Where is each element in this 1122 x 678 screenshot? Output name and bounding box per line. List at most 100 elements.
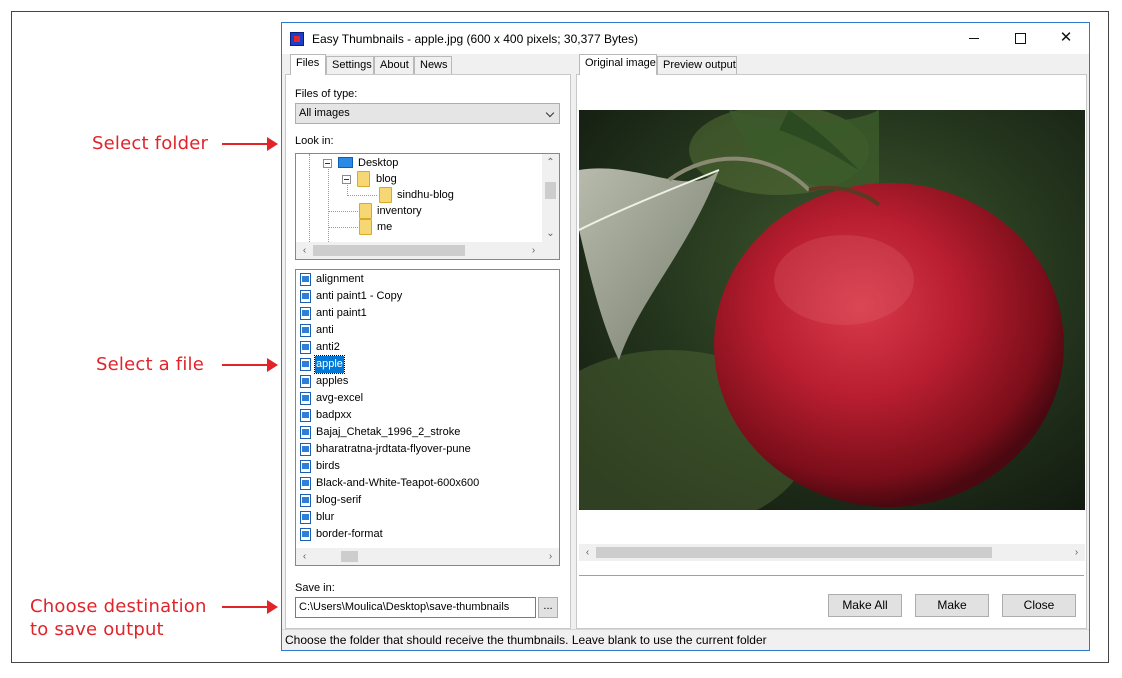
app-window: Easy Thumbnails - apple.jpg (600 x 400 p…	[281, 22, 1090, 651]
folder-icon	[357, 171, 370, 187]
tab-news[interactable]: News	[414, 56, 452, 74]
scroll-thumb[interactable]	[545, 182, 556, 199]
image-file-icon	[300, 358, 311, 371]
annotation-destination-line2: to save output	[30, 619, 164, 640]
file-name: apple	[314, 355, 345, 374]
collapse-icon[interactable]	[323, 159, 332, 168]
chevron-down-icon	[545, 108, 555, 118]
tree-label: Desktop	[358, 157, 399, 169]
scroll-thumb[interactable]	[313, 245, 465, 256]
image-file-icon	[300, 307, 311, 320]
annotation-select-folder: Select folder	[92, 133, 209, 154]
save-in-label: Save in:	[295, 582, 335, 594]
image-file-icon	[300, 375, 311, 388]
file-list-horizontal-scrollbar[interactable]: ‹ ›	[296, 548, 559, 565]
file-name: bharatratna-jrdtata-flyover-pune	[316, 443, 471, 455]
files-panel: Files of type: All images Look in: Deskt…	[285, 74, 571, 629]
make-all-button[interactable]: Make All	[828, 594, 902, 617]
tree-label: me	[377, 221, 393, 233]
title-bar: Easy Thumbnails - apple.jpg (600 x 400 p…	[282, 23, 1089, 54]
scroll-left-icon[interactable]: ‹	[579, 544, 596, 561]
file-name: badpxx	[316, 409, 352, 421]
divider	[579, 575, 1084, 576]
image-panel: ‹ › Make All Make Close	[576, 74, 1087, 629]
file-name: anti paint1	[316, 307, 367, 319]
scroll-up-icon[interactable]: ⌃	[542, 154, 559, 171]
folder-icon	[359, 203, 372, 219]
image-file-icon	[300, 426, 311, 439]
image-file-icon	[300, 290, 311, 303]
image-file-icon	[300, 409, 311, 422]
image-file-icon	[300, 443, 311, 456]
image-horizontal-scrollbar[interactable]: ‹ ›	[579, 544, 1085, 561]
file-name: border-format	[316, 528, 383, 540]
maximize-button[interactable]	[997, 23, 1043, 53]
annotation-select-file: Select a file	[96, 354, 205, 375]
tab-original-image[interactable]: Original image	[579, 54, 657, 75]
files-of-type-value: All images	[299, 107, 350, 119]
close-window-button[interactable]: ✕	[1043, 23, 1089, 53]
make-button[interactable]: Make	[915, 594, 989, 617]
scroll-thumb[interactable]	[596, 547, 992, 558]
arrow-select-folder	[222, 137, 278, 151]
scroll-left-icon[interactable]: ‹	[296, 548, 313, 565]
file-list[interactable]: alignment anti paint1 - Copy anti paint1 an…	[295, 269, 560, 566]
arrow-select-file	[222, 358, 278, 372]
save-in-field[interactable]: C:\Users\Moulica\Desktop\save-thumbnails	[295, 597, 536, 618]
tree-horizontal-scrollbar[interactable]: ‹ ›	[296, 242, 542, 259]
folder-icon	[379, 187, 392, 203]
file-name: avg-excel	[316, 392, 364, 404]
image-file-icon	[300, 324, 311, 337]
file-name: anti2	[316, 341, 340, 353]
tree-label: sindhu-blog	[397, 189, 454, 201]
window-title: Easy Thumbnails - apple.jpg (600 x 400 p…	[312, 32, 638, 46]
file-name: Bajaj_Chetak_1996_2_stroke	[316, 426, 461, 438]
files-of-type-dropdown[interactable]: All images	[295, 103, 560, 124]
files-of-type-label: Files of type:	[295, 88, 358, 100]
tab-about[interactable]: About	[374, 56, 414, 74]
desktop-icon	[338, 157, 353, 168]
image-file-icon	[300, 273, 311, 286]
look-in-label: Look in:	[295, 135, 334, 147]
image-file-icon	[300, 341, 311, 354]
tab-files[interactable]: Files	[290, 54, 326, 75]
tab-preview-output[interactable]: Preview output	[657, 56, 737, 74]
minimize-button[interactable]	[951, 23, 997, 53]
scroll-right-icon[interactable]: ›	[542, 548, 559, 565]
image-file-icon	[300, 392, 311, 405]
scroll-right-icon[interactable]: ›	[1068, 544, 1085, 561]
apple-image	[579, 110, 1085, 510]
scroll-thumb[interactable]	[341, 551, 358, 562]
scroll-left-icon[interactable]: ‹	[296, 242, 313, 259]
close-button[interactable]: Close	[1002, 594, 1076, 617]
image-file-icon	[300, 460, 311, 473]
file-name: Black-and-White-Teapot-600x600	[316, 477, 480, 489]
status-bar: Choose the folder that should receive th…	[282, 629, 1089, 650]
file-name: alignment	[316, 273, 364, 285]
file-name: blur	[316, 511, 335, 523]
file-name: apples	[316, 375, 349, 387]
right-tabstrip: Original image Preview output	[579, 54, 879, 75]
tree-label: inventory	[377, 205, 422, 217]
scroll-right-icon[interactable]: ›	[525, 242, 542, 259]
folder-tree[interactable]: Desktop blog sindhu-blog inventory me ⌃ …	[295, 153, 560, 260]
image-file-icon	[300, 477, 311, 490]
scroll-down-icon[interactable]: ⌄	[542, 225, 559, 242]
arrow-destination	[222, 600, 278, 614]
file-name: birds	[316, 460, 340, 472]
collapse-icon[interactable]	[342, 175, 351, 184]
browse-button[interactable]: ...	[538, 597, 558, 618]
image-file-icon	[300, 511, 311, 524]
tree-label: blog	[376, 173, 397, 185]
image-file-icon	[300, 528, 311, 541]
file-name: anti paint1 - Copy	[316, 290, 403, 302]
tree-vertical-scrollbar[interactable]: ⌃ ⌄	[542, 154, 559, 242]
file-name: blog-serif	[316, 494, 362, 506]
app-icon[interactable]	[290, 32, 304, 46]
annotation-destination-line1: Choose destination	[30, 596, 207, 617]
left-tabstrip: Files Settings About News	[290, 54, 570, 75]
tab-settings[interactable]: Settings	[326, 56, 374, 74]
image-file-icon	[300, 494, 311, 507]
folder-icon	[359, 219, 372, 235]
file-name: anti	[316, 324, 334, 336]
